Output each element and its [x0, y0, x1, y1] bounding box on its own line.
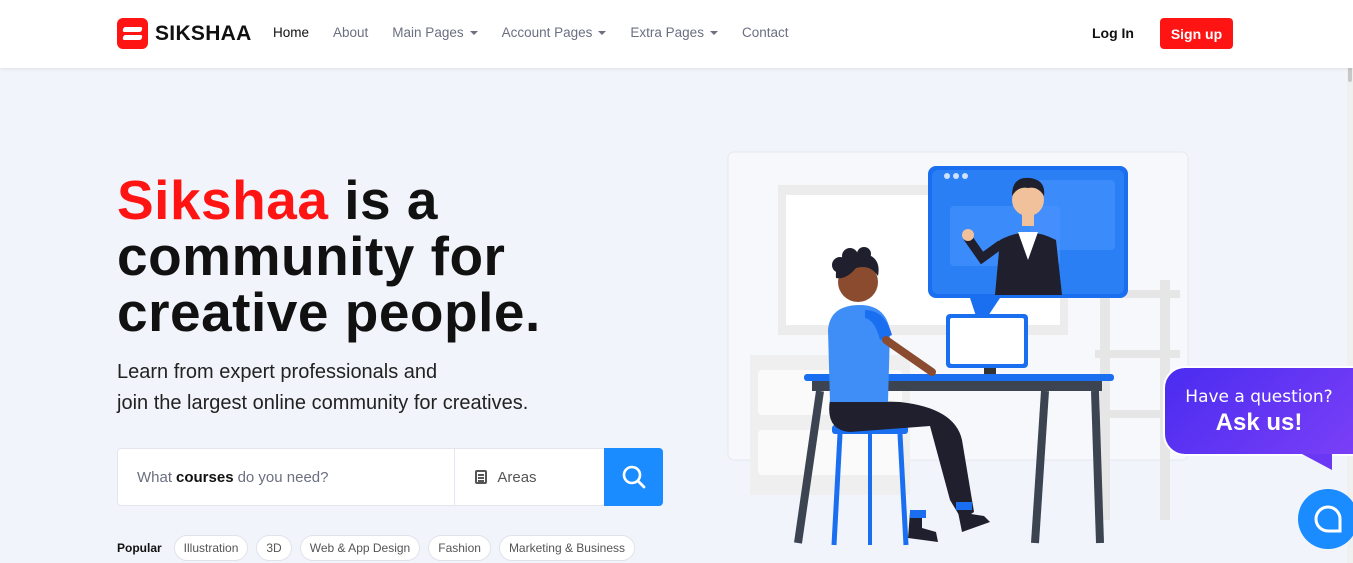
nav-item-main-pages[interactable]: Main Pages	[392, 25, 478, 40]
chat-bubble-tail	[1302, 454, 1332, 470]
hero-title: Sikshaa is a community for creative peop…	[117, 169, 541, 343]
login-link[interactable]: Log In	[1092, 25, 1134, 41]
chat-question: Have a question?	[1185, 387, 1333, 407]
tag-marketing-business[interactable]: Marketing & Business	[498, 535, 635, 561]
chevron-down-icon	[709, 30, 718, 35]
popular-label: Popular	[117, 541, 162, 555]
course-search-input[interactable]: What courses do you need?	[118, 449, 456, 505]
tag-fashion[interactable]: Fashion	[428, 535, 491, 561]
chat-prompt-bubble[interactable]: Have a question? Ask us!	[1163, 366, 1353, 456]
course-search-form: What courses do you need? Areas	[117, 448, 664, 506]
nav-item-account-pages[interactable]: Account Pages	[502, 25, 607, 40]
signup-button[interactable]: Sign up	[1160, 18, 1233, 49]
chat-cta: Ask us!	[1215, 409, 1303, 436]
tag-3d[interactable]: 3D	[256, 535, 292, 561]
tag-web-app-design[interactable]: Web & App Design	[299, 535, 421, 561]
search-button[interactable]	[604, 448, 664, 506]
sikshaa-logo-icon	[117, 18, 148, 49]
nav-item-extra-pages[interactable]: Extra Pages	[630, 25, 718, 40]
chevron-down-icon	[598, 30, 607, 35]
nav-item-about[interactable]: About	[333, 25, 368, 40]
page-scrollbar[interactable]	[1347, 0, 1353, 563]
hero-title-accent: Sikshaa	[117, 169, 329, 231]
hero-subtitle: Learn from expert professionals and join…	[117, 361, 529, 414]
brand-logo[interactable]: SIKSHAA	[117, 18, 252, 49]
navbar: SIKSHAA Home About Main Pages Account Pa…	[0, 0, 1353, 68]
hero-illustration	[727, 151, 1189, 546]
tag-illustration[interactable]: Illustration	[173, 535, 249, 561]
areas-select[interactable]: Areas	[455, 449, 604, 505]
nav-item-contact[interactable]: Contact	[742, 25, 789, 40]
brand-name: SIKSHAA	[155, 21, 252, 45]
nav-links: Home About Main Pages Account Pages Extr…	[273, 25, 812, 40]
chat-launcher-button[interactable]	[1298, 489, 1353, 549]
search-icon	[622, 465, 645, 489]
chevron-down-icon	[469, 30, 478, 35]
popular-tags: Popular Illustration 3D Web & App Design…	[117, 535, 635, 561]
chat-icon	[1314, 505, 1342, 533]
nav-item-home[interactable]: Home	[273, 25, 309, 40]
list-icon	[475, 470, 488, 484]
